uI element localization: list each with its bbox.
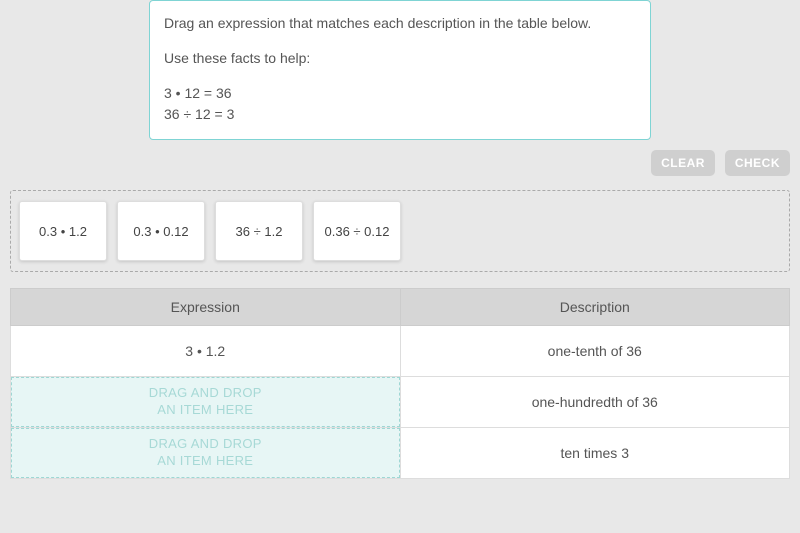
description-cell: one-tenth of 36: [400, 326, 790, 377]
clear-button[interactable]: CLEAR: [651, 150, 715, 176]
description-cell: one-hundredth of 36: [400, 377, 790, 428]
table-row: DRAG AND DROP AN ITEM HERE one-hundredth…: [11, 377, 790, 428]
drop-zone-label-line1: DRAG AND DROP: [149, 385, 262, 402]
expression-drop-zone[interactable]: DRAG AND DROP AN ITEM HERE: [11, 377, 400, 427]
drop-zone-label-line2: AN ITEM HERE: [157, 402, 253, 419]
drag-card[interactable]: 0.3 • 1.2: [19, 201, 107, 261]
drag-card-pool: 0.3 • 1.2 0.3 • 0.12 36 ÷ 1.2 0.36 ÷ 0.1…: [10, 190, 790, 272]
drag-card[interactable]: 36 ÷ 1.2: [215, 201, 303, 261]
drag-card[interactable]: 0.3 • 0.12: [117, 201, 205, 261]
check-button[interactable]: CHECK: [725, 150, 790, 176]
col-header-description: Description: [400, 289, 790, 326]
facts-block: 3 • 12 = 36 36 ÷ 12 = 3: [164, 83, 636, 125]
instructions-panel: Drag an expression that matches each des…: [149, 0, 651, 140]
fact-1: 3 • 12 = 36: [164, 83, 636, 104]
answer-table: Expression Description 3 • 1.2 one-tenth…: [10, 288, 790, 479]
table-row: 3 • 1.2 one-tenth of 36: [11, 326, 790, 377]
instruction-main: Drag an expression that matches each des…: [164, 13, 636, 34]
drop-zone-label-line2: AN ITEM HERE: [157, 453, 253, 470]
col-header-expression: Expression: [11, 289, 401, 326]
expression-cell-filled[interactable]: 3 • 1.2: [11, 326, 400, 376]
table-row: DRAG AND DROP AN ITEM HERE ten times 3: [11, 428, 790, 479]
drop-zone-label-line1: DRAG AND DROP: [149, 436, 262, 453]
drag-card[interactable]: 0.36 ÷ 0.12: [313, 201, 401, 261]
fact-2: 36 ÷ 12 = 3: [164, 104, 636, 125]
action-button-row: CLEAR CHECK: [0, 140, 800, 182]
description-cell: ten times 3: [400, 428, 790, 479]
expression-drop-zone[interactable]: DRAG AND DROP AN ITEM HERE: [11, 428, 400, 478]
instruction-helper: Use these facts to help:: [164, 48, 636, 69]
